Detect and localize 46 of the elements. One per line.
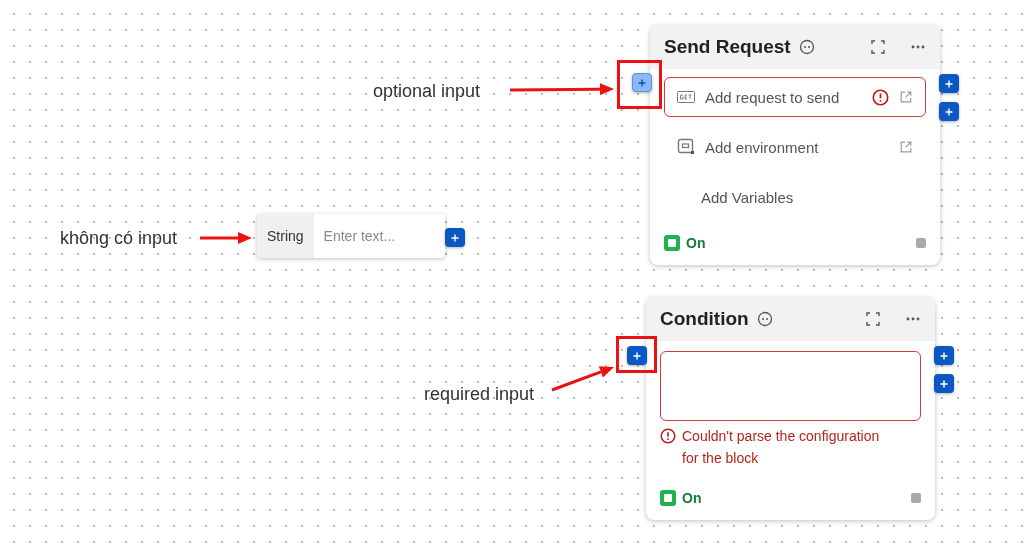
enable-toggle[interactable] [660,490,676,506]
input-port[interactable] [627,346,647,365]
annotation-label: optional input [373,81,481,102]
text-input[interactable]: Enter text... [313,214,444,258]
input-port[interactable] [632,73,652,92]
annotation-label: không có input [60,228,178,249]
block-title: Send Request [664,36,791,58]
plus-icon [939,350,949,361]
resize-handle[interactable] [911,493,921,503]
environment-icon [677,138,695,156]
toggle-label: On [686,235,706,251]
expand-icon[interactable] [870,39,886,55]
output-port[interactable] [934,346,954,365]
collapse-icon[interactable] [798,39,815,55]
plus-icon [637,77,647,88]
output-port[interactable] [445,228,465,247]
output-port[interactable] [939,74,959,93]
request-selector[interactable]: Add request to send [664,77,926,117]
external-link-icon[interactable] [899,90,913,104]
plus-icon [939,378,949,389]
annotation-label: required input [424,384,535,405]
annotation-arrow [551,366,614,392]
external-link-icon[interactable] [899,140,913,154]
add-variables-button[interactable]: Add Variables [664,177,926,217]
plus-icon [944,106,954,117]
plus-icon [632,350,642,361]
get-method-icon [677,88,695,106]
error-icon [660,428,676,444]
enable-toggle[interactable] [664,235,680,251]
type-label: String [257,214,314,258]
annotation-arrow [200,232,252,244]
plus-icon [450,232,460,243]
resize-handle[interactable] [916,238,926,248]
output-port[interactable] [939,102,959,121]
expand-icon[interactable] [865,311,881,327]
output-port[interactable] [934,374,954,393]
highlight-frame [616,336,657,373]
environment-selector[interactable]: Add environment [664,127,926,167]
configuration-field[interactable] [660,351,921,421]
error-icon [872,88,889,106]
highlight-frame [617,60,662,109]
plus-icon [944,78,954,89]
collapse-icon[interactable] [756,311,773,327]
block-title: Condition [660,308,749,330]
error-message: Couldn't parse the configuration for the block [682,427,881,468]
toggle-label: On [682,490,702,506]
